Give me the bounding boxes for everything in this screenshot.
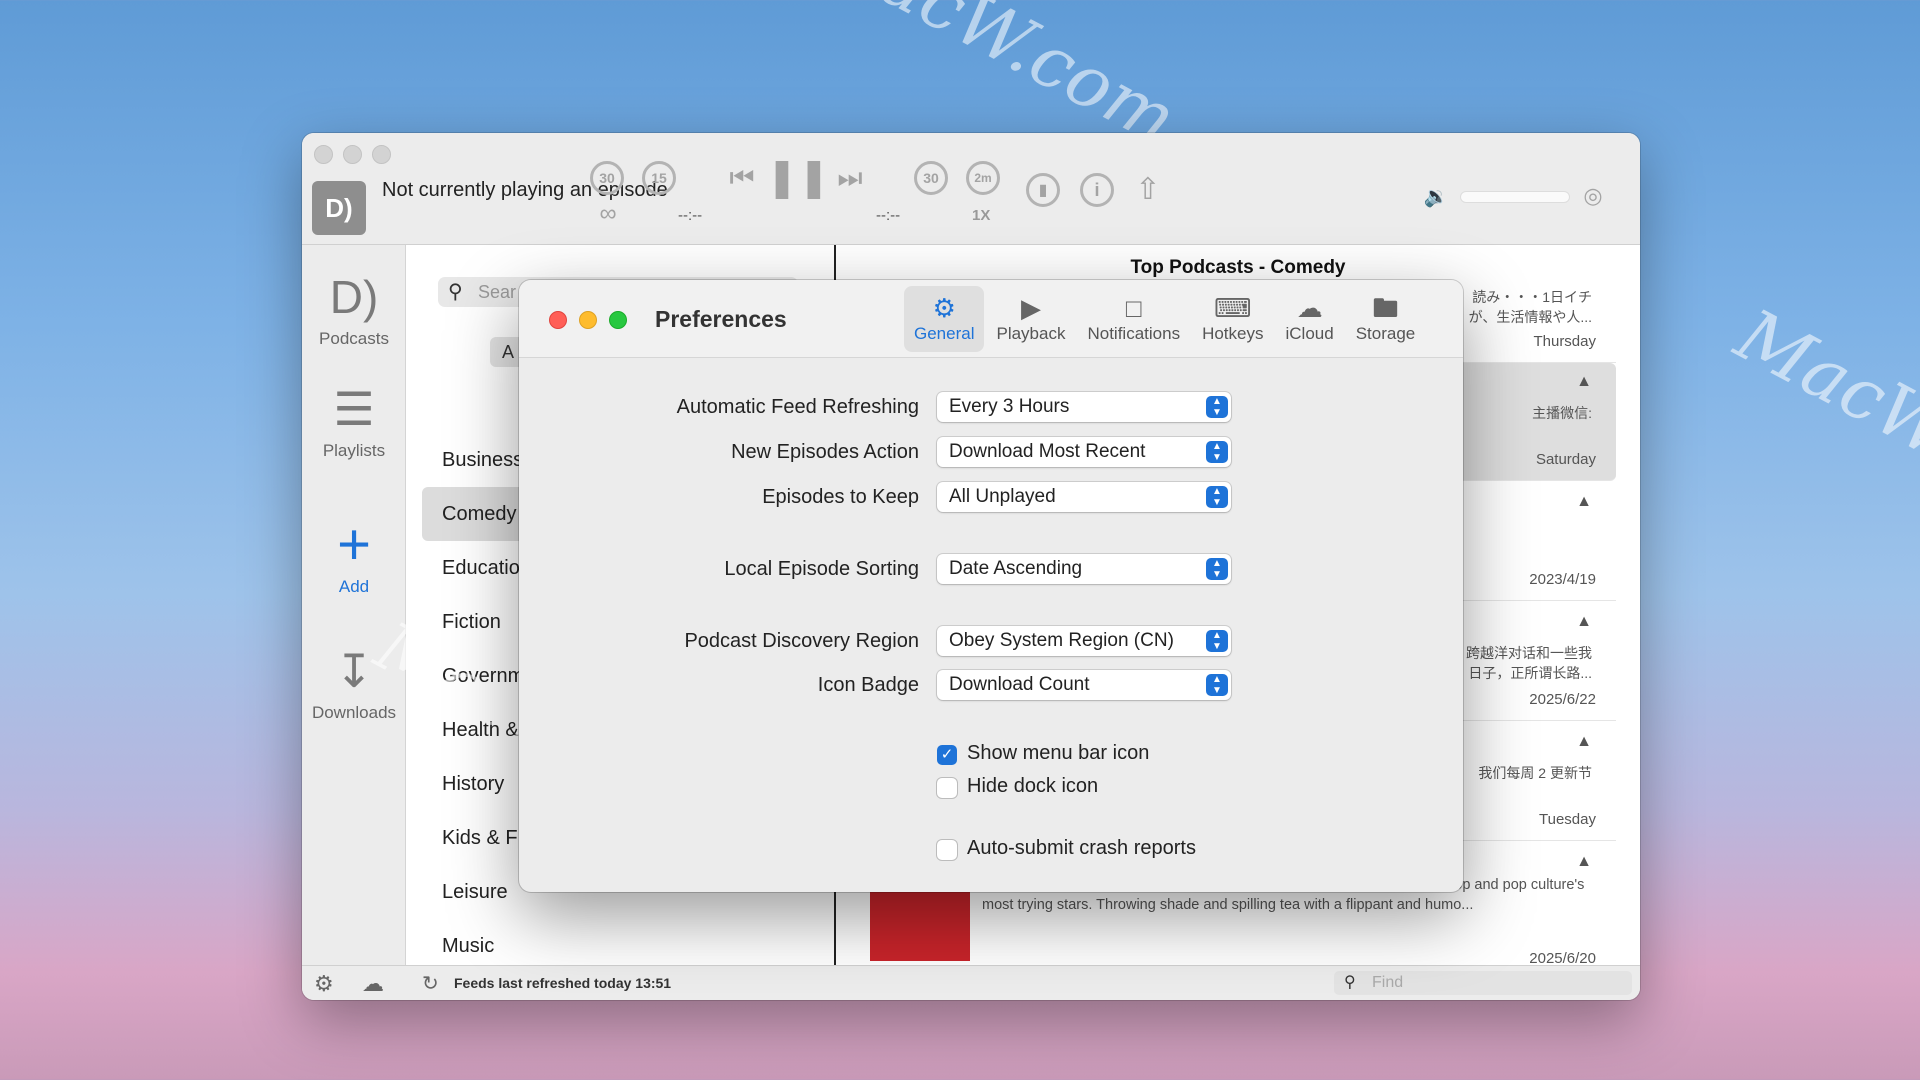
share-icon[interactable]: ⇧ bbox=[1130, 169, 1166, 209]
podcasts-icon: D) bbox=[329, 271, 379, 323]
skip-forward-30-button[interactable]: 30 bbox=[914, 161, 948, 195]
skip-back-30-button[interactable]: 30 bbox=[590, 161, 624, 195]
badge-row: Icon Badge Download Count ▲ ▼ bbox=[519, 668, 1463, 702]
feed-refresh-row: Automatic Feed Refreshing Every 3 Hours … bbox=[519, 390, 1463, 424]
minimize-button[interactable] bbox=[579, 311, 597, 329]
episodes-keep-select[interactable]: All Unplayed ▲ ▼ bbox=[937, 482, 1231, 512]
volume-icon: 🔉 bbox=[1423, 185, 1449, 208]
tab-hotkeys[interactable]: ⌨ Hotkeys bbox=[1192, 286, 1273, 352]
play-circle-icon: ▶ bbox=[1020, 293, 1041, 323]
close-button[interactable] bbox=[549, 311, 567, 329]
speaker-icon: ▲ bbox=[1576, 493, 1592, 510]
minimize-button[interactable] bbox=[343, 145, 362, 164]
window-controls bbox=[549, 311, 627, 329]
keyboard-icon: ⌨ bbox=[1214, 293, 1252, 323]
chevron-updown-icon: ▲ ▼ bbox=[1206, 441, 1228, 463]
app-logo-icon: D) bbox=[312, 181, 366, 235]
tab-notifications[interactable]: □ Notifications bbox=[1077, 286, 1190, 352]
plus-icon: + bbox=[337, 512, 371, 577]
pause-icon[interactable]: ❚❚ bbox=[766, 155, 830, 199]
airplay-icon[interactable]: ◎ bbox=[1578, 181, 1608, 211]
next-icon[interactable]: ⏭ bbox=[830, 161, 870, 195]
sorting-select[interactable]: Date Ascending ▲ ▼ bbox=[937, 554, 1231, 584]
search-icon: ⚲ bbox=[448, 281, 463, 303]
playback-speed[interactable]: 1X bbox=[972, 207, 990, 224]
watermark: MacW.com bbox=[1723, 292, 1920, 552]
sidebar-item-downloads[interactable]: ↧ Downloads bbox=[302, 639, 406, 723]
tray-download-icon: ↧ bbox=[334, 645, 374, 697]
speaker-icon: ▲ bbox=[1576, 373, 1592, 390]
new-episodes-row: New Episodes Action Download Most Recent… bbox=[519, 435, 1463, 469]
preferences-toolbar: Preferences ⚙ General ▶ Playback □ Notif… bbox=[519, 280, 1463, 358]
tab-playback[interactable]: ▶ Playback bbox=[986, 286, 1075, 352]
close-button[interactable] bbox=[314, 145, 333, 164]
region-select[interactable]: Obey System Region (CN) ▲ ▼ bbox=[937, 626, 1231, 656]
refresh-icon[interactable]: ↻ bbox=[422, 971, 439, 996]
sidebar-item-add[interactable]: + Add bbox=[302, 513, 406, 597]
cloud-icon: ☁ bbox=[1296, 293, 1323, 323]
gear-icon: ⚙ bbox=[932, 293, 956, 323]
elapsed-time: --:-- bbox=[678, 207, 703, 224]
preferences-dialog: Preferences ⚙ General ▶ Playback □ Notif… bbox=[519, 280, 1463, 892]
feed-refresh-select[interactable]: Every 3 Hours ▲ ▼ bbox=[937, 392, 1231, 422]
refresh-status: Feeds last refreshed today 13:51 bbox=[454, 975, 672, 991]
chevron-updown-icon: ▲ ▼ bbox=[1206, 486, 1228, 508]
zoom-button[interactable] bbox=[609, 311, 627, 329]
chevron-updown-icon: ▲ ▼ bbox=[1206, 558, 1228, 580]
sidebar-item-podcasts[interactable]: D) Podcasts bbox=[302, 265, 406, 349]
preferences-tabs: ⚙ General ▶ Playback □ Notifications ⌨ H… bbox=[904, 286, 1427, 352]
episodes-keep-row: Episodes to Keep All Unplayed ▲ ▼ bbox=[519, 480, 1463, 514]
zoom-button[interactable] bbox=[372, 145, 391, 164]
sorting-row: Local Episode Sorting Date Ascending ▲ ▼ bbox=[519, 552, 1463, 586]
folder-icon: 🖿 bbox=[1372, 293, 1399, 323]
previous-icon[interactable]: ⏮ bbox=[722, 161, 762, 195]
speaker-icon: ▲ bbox=[1576, 853, 1592, 870]
speech-bubble-icon: □ bbox=[1125, 293, 1142, 323]
cloud-icon[interactable]: ☁ bbox=[362, 971, 384, 997]
status-bar: ⚙ ☁ ↻ Feeds last refreshed today 13:51 ⚲… bbox=[302, 965, 1640, 1000]
badge-select[interactable]: Download Count ▲ ▼ bbox=[937, 670, 1231, 700]
toolbar: D) Not currently playing an episode 30 ∞… bbox=[302, 133, 1640, 245]
volume-slider[interactable] bbox=[1460, 191, 1570, 203]
find-input[interactable]: ⚲ Find bbox=[1334, 971, 1632, 995]
chevron-updown-icon: ▲ ▼ bbox=[1206, 396, 1228, 418]
remaining-time: --:-- bbox=[876, 207, 901, 224]
region-row: Podcast Discovery Region Obey System Reg… bbox=[519, 624, 1463, 658]
search-icon: ⚲ bbox=[1344, 974, 1356, 991]
bookmark-icon[interactable]: ▮ bbox=[1026, 173, 1060, 207]
checkmark-icon: ✓ bbox=[937, 745, 957, 765]
skip-back-15-button[interactable]: 15 bbox=[642, 161, 676, 195]
window-controls bbox=[314, 145, 391, 164]
dialog-title: Preferences bbox=[655, 306, 787, 332]
sidebar: D) Podcasts ☰ Playlists + Add ↧ Download… bbox=[302, 245, 406, 965]
info-icon[interactable]: i bbox=[1080, 173, 1114, 207]
tab-general[interactable]: ⚙ General bbox=[904, 286, 985, 352]
chevron-updown-icon: ▲ ▼ bbox=[1206, 630, 1228, 652]
list-icon: ☰ bbox=[333, 383, 375, 435]
repeat-icon[interactable]: ∞ bbox=[588, 199, 628, 229]
skip-forward-2m-button[interactable]: 2m bbox=[966, 161, 1000, 195]
sidebar-item-playlists[interactable]: ☰ Playlists bbox=[302, 377, 406, 461]
speaker-icon: ▲ bbox=[1576, 613, 1592, 630]
list-title: Top Podcasts - Comedy bbox=[1130, 257, 1346, 278]
new-episodes-select[interactable]: Download Most Recent ▲ ▼ bbox=[937, 437, 1231, 467]
chevron-updown-icon: ▲ ▼ bbox=[1206, 674, 1228, 696]
tab-storage[interactable]: 🖿 Storage bbox=[1346, 286, 1426, 352]
tab-icloud[interactable]: ☁ iCloud bbox=[1276, 286, 1344, 352]
speaker-icon: ▲ bbox=[1576, 733, 1592, 750]
gear-icon[interactable]: ⚙ bbox=[314, 971, 334, 997]
